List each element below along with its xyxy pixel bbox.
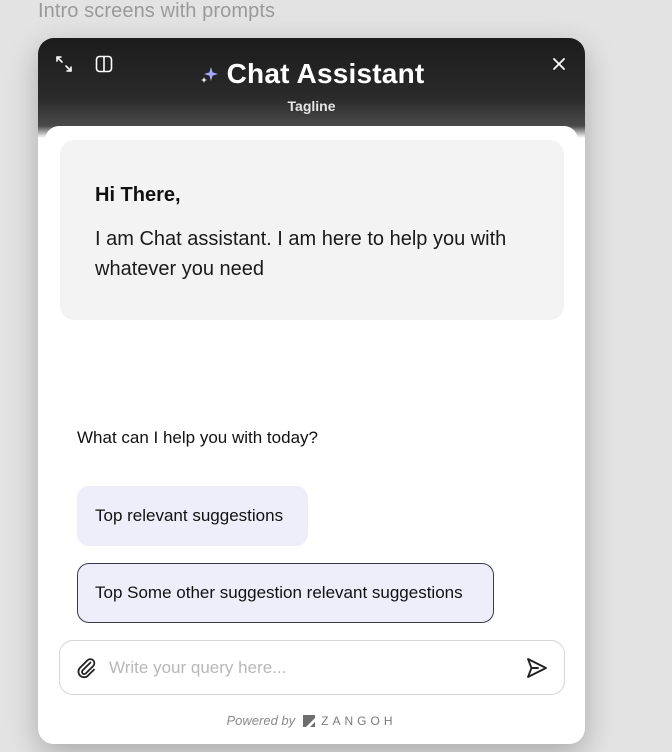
greeting-card: Hi There, I am Chat assistant. I am here…: [60, 140, 564, 320]
frame-label: Intro screens with prompts: [38, 0, 276, 22]
query-input[interactable]: [109, 651, 509, 685]
powered-by-label: Powered by: [226, 713, 296, 728]
close-icon: [553, 58, 565, 70]
chat-panel: Hi There, I am Chat assistant. I am here…: [45, 126, 578, 744]
chat-header: Chat Assistant Tagline: [38, 38, 585, 128]
sparkle-icon: [200, 67, 218, 83]
suggestion-chip[interactable]: Top Some other suggestion relevant sugge…: [77, 563, 494, 623]
send-icon: [527, 658, 547, 678]
greeting-title: Hi There,: [95, 184, 181, 206]
send-button[interactable]: [524, 655, 550, 681]
prompt-question: What can I help you with today?: [77, 428, 318, 447]
suggestion-chip[interactable]: Top relevant suggestions: [77, 486, 308, 546]
close-button[interactable]: [547, 52, 571, 76]
brand-logo-icon: [303, 714, 316, 727]
title-row: Chat Assistant: [38, 58, 585, 90]
query-composer: [59, 640, 565, 695]
chat-title: Chat Assistant: [226, 58, 425, 89]
powered-by: Powered by ZANGOH: [45, 713, 578, 728]
attach-button[interactable]: [74, 656, 98, 680]
suggestion-label: Top relevant suggestions: [95, 506, 284, 525]
greeting-message: I am Chat assistant. I am here to help y…: [95, 228, 507, 280]
brand: ZANGOH: [303, 714, 396, 728]
chat-widget: Chat Assistant Tagline Hi There, I am Ch…: [38, 38, 585, 744]
suggestion-label: Top Some other suggestion relevant sugge…: [95, 583, 463, 602]
chat-tagline: Tagline: [287, 98, 336, 114]
paperclip-icon: [77, 658, 96, 679]
brand-name: ZANGOH: [321, 713, 397, 728]
